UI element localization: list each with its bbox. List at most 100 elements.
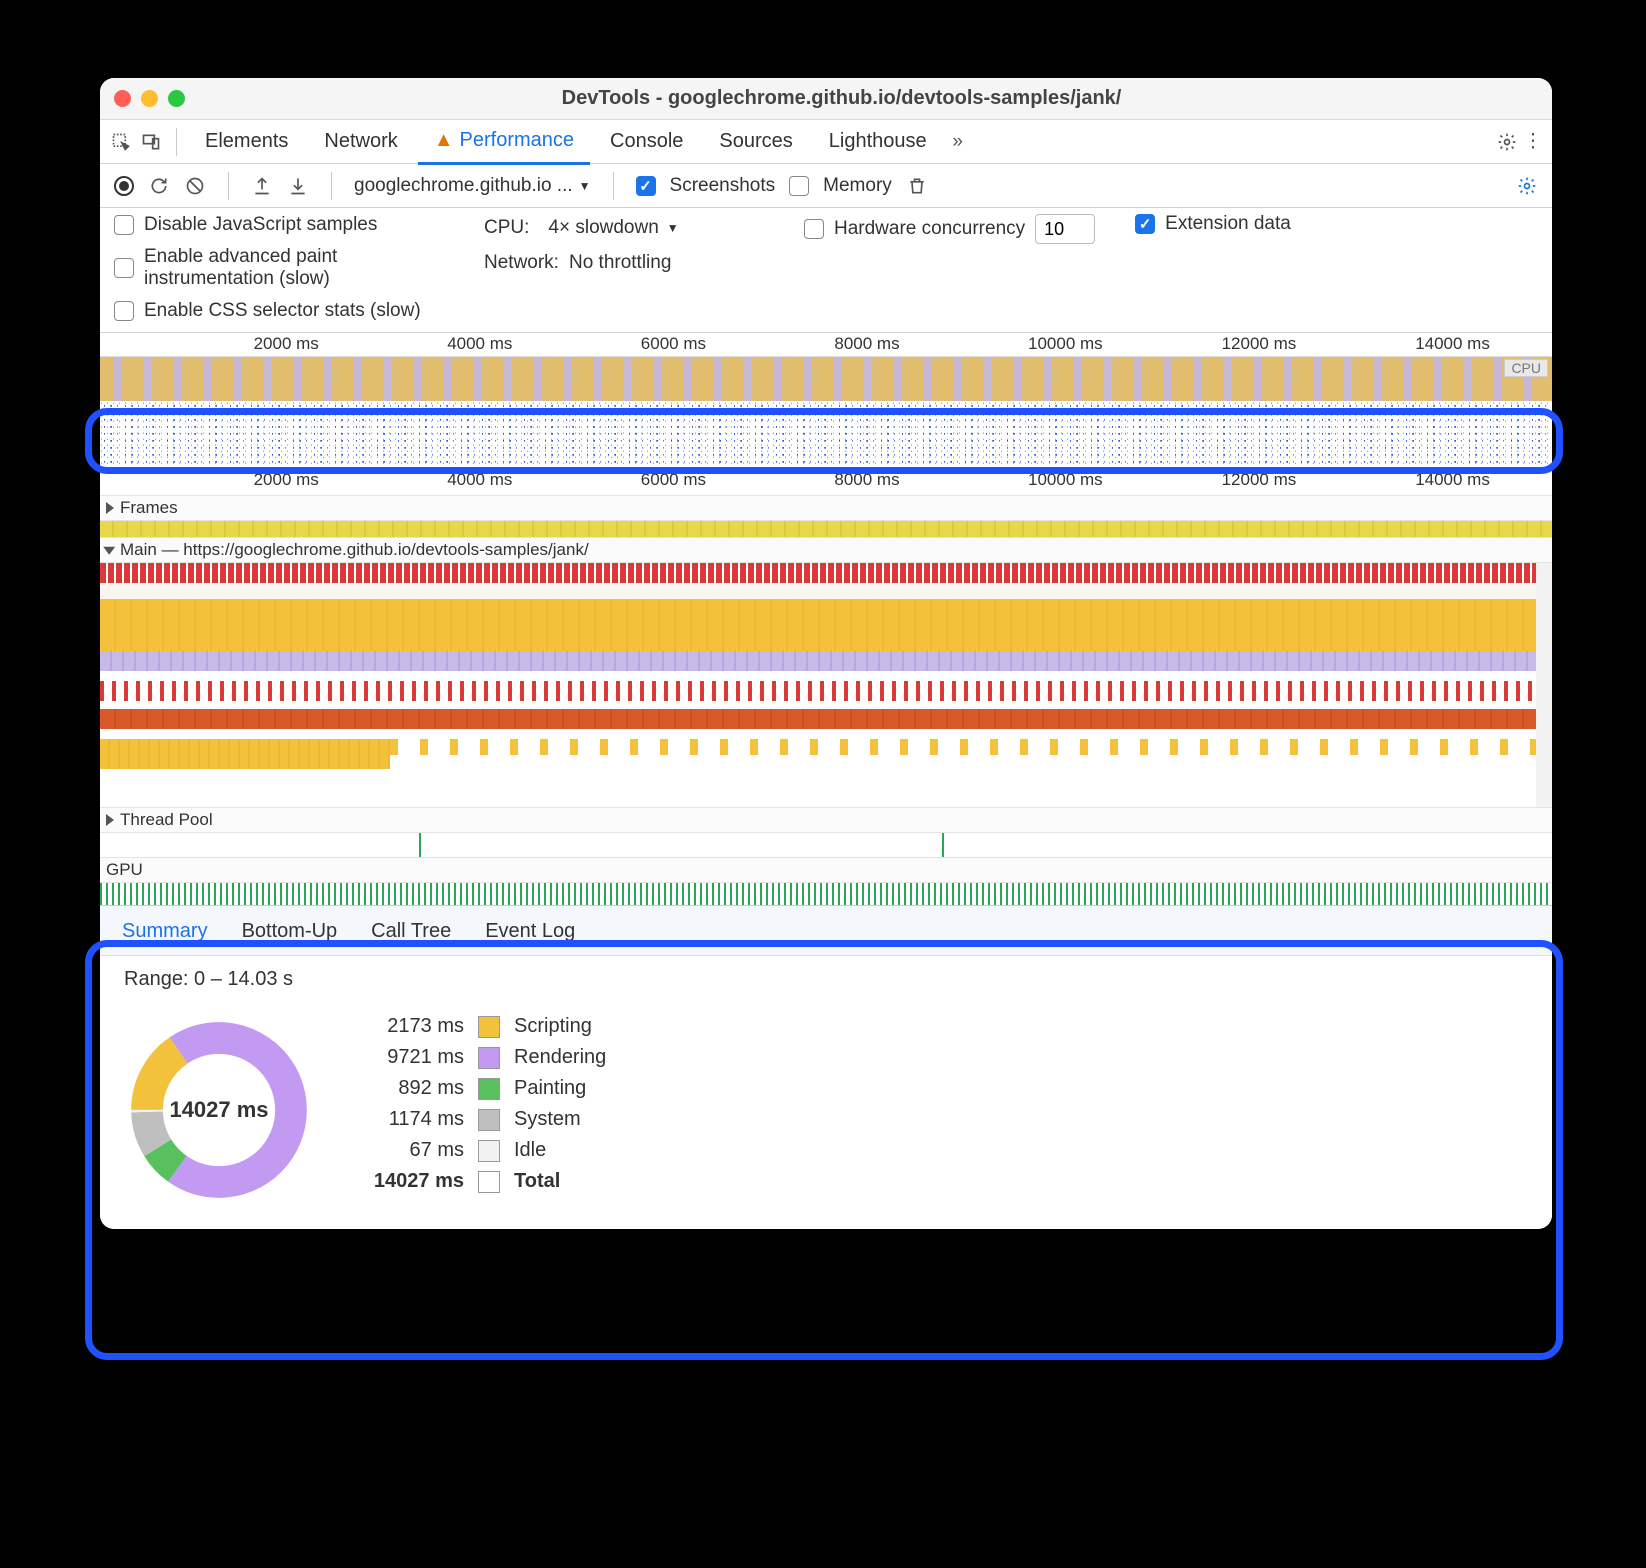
thread-pool-track-label: Thread Pool [120,810,213,830]
tab-performance-label: Performance [460,129,575,152]
record-button[interactable] [114,176,134,196]
legend-swatch [478,1078,500,1100]
tab-lighthouse[interactable]: Lighthouse [813,120,943,163]
legend-name: Rendering [514,1046,606,1069]
gpu-track-label: GPU [106,860,143,880]
panel-tabs: Elements Network ▲ Performance Console S… [100,120,1552,164]
gc-icon[interactable] [906,175,928,197]
frames-track-label: Frames [120,498,178,518]
host-selector[interactable]: googlechrome.github.io ... ▼ [354,175,591,197]
disclosure-triangle-icon [103,547,115,555]
disable-js-label: Disable JavaScript samples [144,214,377,236]
window-title: DevTools - googlechrome.github.io/devtoo… [145,87,1538,110]
tab-call-tree[interactable]: Call Tree [369,916,453,947]
tab-sources[interactable]: Sources [703,120,808,163]
tab-console[interactable]: Console [594,120,699,163]
device-toggle-icon[interactable] [138,129,164,155]
network-label: Network: [484,252,559,274]
titlebar: DevTools - googlechrome.github.io/devtoo… [100,78,1552,120]
legend-value: 892 ms [354,1077,464,1100]
overview-ruler[interactable]: 2000 ms4000 ms6000 ms8000 ms10000 ms1200… [100,333,1552,357]
reload-icon[interactable] [148,175,170,197]
screenshots-strip[interactable] [100,401,1552,469]
thread-pool-track[interactable] [100,833,1552,857]
settings-icon[interactable] [1496,131,1518,153]
memory-label: Memory [823,175,892,197]
tab-performance[interactable]: ▲ Performance [418,119,590,165]
disclosure-triangle-icon [106,502,114,514]
legend-value: 9721 ms [354,1046,464,1069]
summary-panel: 14027 ms 2173 msScripting9721 msRenderin… [100,1001,1552,1229]
upload-icon[interactable] [251,175,273,197]
memory-checkbox[interactable] [789,176,809,196]
divider [613,172,614,200]
summary-range: Range: 0 – 14.03 s [124,968,1528,991]
flame-ruler[interactable]: 2000 ms4000 ms6000 ms8000 ms10000 ms1200… [100,469,1552,495]
legend-total-value: 14027 ms [354,1170,464,1193]
cpu-chart[interactable]: CPU [100,357,1552,401]
close-icon[interactable] [114,90,131,107]
css-stats-checkbox[interactable] [114,301,134,321]
cpu-throttle-select[interactable]: 4× slowdown ▼ [539,214,687,242]
legend-name: System [514,1108,606,1131]
tab-summary[interactable]: Summary [120,916,210,947]
screenshots-label: Screenshots [670,175,776,197]
main-track-header[interactable]: Main — https://googlechrome.github.io/de… [100,537,1552,563]
legend-value: 67 ms [354,1139,464,1162]
tab-event-log[interactable]: Event Log [483,916,577,947]
hw-concurrency-label: Hardware concurrency [834,218,1025,240]
host-selector-label: googlechrome.github.io ... [354,175,573,197]
chevron-down-icon: ▼ [667,221,679,235]
clear-icon[interactable] [184,175,206,197]
frames-track-header[interactable]: Frames [100,495,1552,521]
network-value: No throttling [569,252,671,274]
extension-data-checkbox[interactable] [1135,214,1155,234]
divider [228,172,229,200]
cpu-label: CPU: [484,217,529,239]
disclosure-triangle-icon [106,814,114,826]
download-icon[interactable] [287,175,309,197]
gpu-track[interactable] [100,883,1552,905]
legend-total-label: Total [514,1170,606,1193]
gpu-track-header[interactable]: GPU [100,857,1552,883]
scrollbar[interactable] [1536,563,1552,807]
extension-data-label: Extension data [1165,214,1291,235]
legend-swatch [478,1140,500,1162]
cpu-throttle-value: 4× slowdown [548,217,658,239]
hw-concurrency-input[interactable] [1035,214,1095,244]
capture-settings: Disable JavaScript samples Enable advanc… [100,208,1552,333]
thread-pool-track-header[interactable]: Thread Pool [100,807,1552,833]
frames-track[interactable] [100,521,1552,537]
divider [331,172,332,200]
tab-bottom-up[interactable]: Bottom-Up [240,916,340,947]
legend-swatch [478,1047,500,1069]
disable-js-checkbox[interactable] [114,215,134,235]
drawer-tabs: Summary Bottom-Up Call Tree Event Log [100,905,1552,956]
main-track-label: Main — https://googlechrome.github.io/de… [120,540,589,560]
legend-value: 1174 ms [354,1108,464,1131]
divider [176,128,177,156]
tab-elements[interactable]: Elements [189,120,304,163]
legend-name: Idle [514,1139,606,1162]
legend-swatch [478,1016,500,1038]
css-stats-label: Enable CSS selector stats (slow) [144,300,421,322]
perf-toolbar: googlechrome.github.io ... ▼ Screenshots… [100,164,1552,208]
hw-concurrency-checkbox[interactable] [804,219,824,239]
warning-icon: ▲ [434,129,454,152]
legend-name: Scripting [514,1015,606,1038]
capture-settings-icon[interactable] [1516,175,1538,197]
kebab-menu-icon[interactable]: ⋮ [1522,131,1544,153]
chevron-down-icon: ▼ [579,179,591,193]
legend-name: Painting [514,1077,606,1100]
paint-instr-label: Enable advanced paint instrumentation (s… [144,246,444,290]
screenshots-checkbox[interactable] [636,176,656,196]
main-flame-chart[interactable] [100,563,1552,807]
cpu-chart-label: CPU [1504,359,1548,377]
devtools-window: DevTools - googlechrome.github.io/devtoo… [100,78,1552,1229]
paint-instr-checkbox[interactable] [114,258,134,278]
inspect-element-icon[interactable] [108,129,134,155]
tab-network[interactable]: Network [308,120,413,163]
legend-swatch [478,1109,500,1131]
summary-donut-chart: 14027 ms [124,1015,314,1205]
more-tabs-icon[interactable]: » [947,131,969,153]
